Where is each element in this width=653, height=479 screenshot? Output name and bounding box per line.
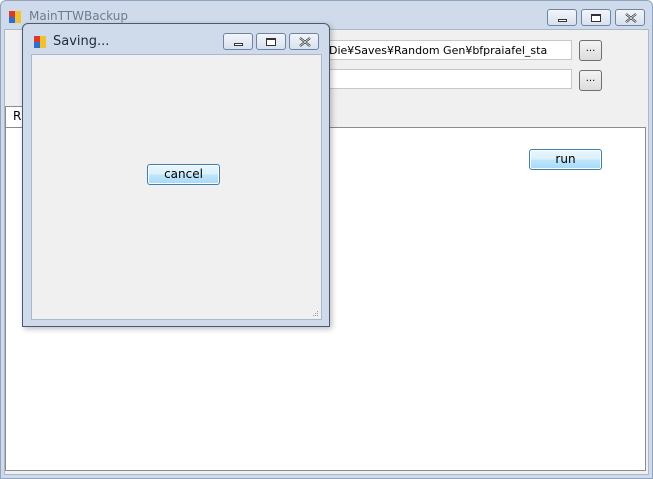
main-close-button[interactable]: [615, 9, 645, 26]
saving-dialog: Saving... cancel: [22, 23, 330, 327]
main-maximize-button[interactable]: [581, 9, 611, 26]
source-browse-button[interactable]: ...: [579, 40, 602, 61]
destination-path-input[interactable]: [325, 69, 572, 89]
dialog-maximize-button[interactable]: [256, 33, 286, 50]
cancel-button[interactable]: cancel: [147, 164, 220, 185]
maximize-icon: [591, 14, 601, 22]
dialog-client-area: cancel: [31, 54, 322, 320]
maximize-icon: [266, 38, 276, 46]
dialog-close-button[interactable]: [289, 33, 319, 50]
dialog-app-icon: [34, 36, 46, 48]
close-icon: [299, 37, 311, 47]
minimize-icon: [558, 19, 567, 22]
minimize-icon: [234, 43, 243, 46]
destination-browse-button[interactable]: ...: [579, 70, 602, 91]
main-window-title: MainTTWBackup: [29, 9, 128, 23]
close-icon: [625, 13, 637, 23]
run-button[interactable]: run: [529, 149, 602, 170]
app-icon: [9, 11, 21, 23]
dialog-title: Saving...: [53, 34, 110, 49]
resize-grip-icon[interactable]: [311, 309, 319, 317]
dialog-minimize-button[interactable]: [223, 33, 253, 50]
source-path-input[interactable]: Die¥Saves¥Random Gen¥bfpraiafel_sta: [325, 40, 572, 60]
main-minimize-button[interactable]: [547, 9, 577, 26]
